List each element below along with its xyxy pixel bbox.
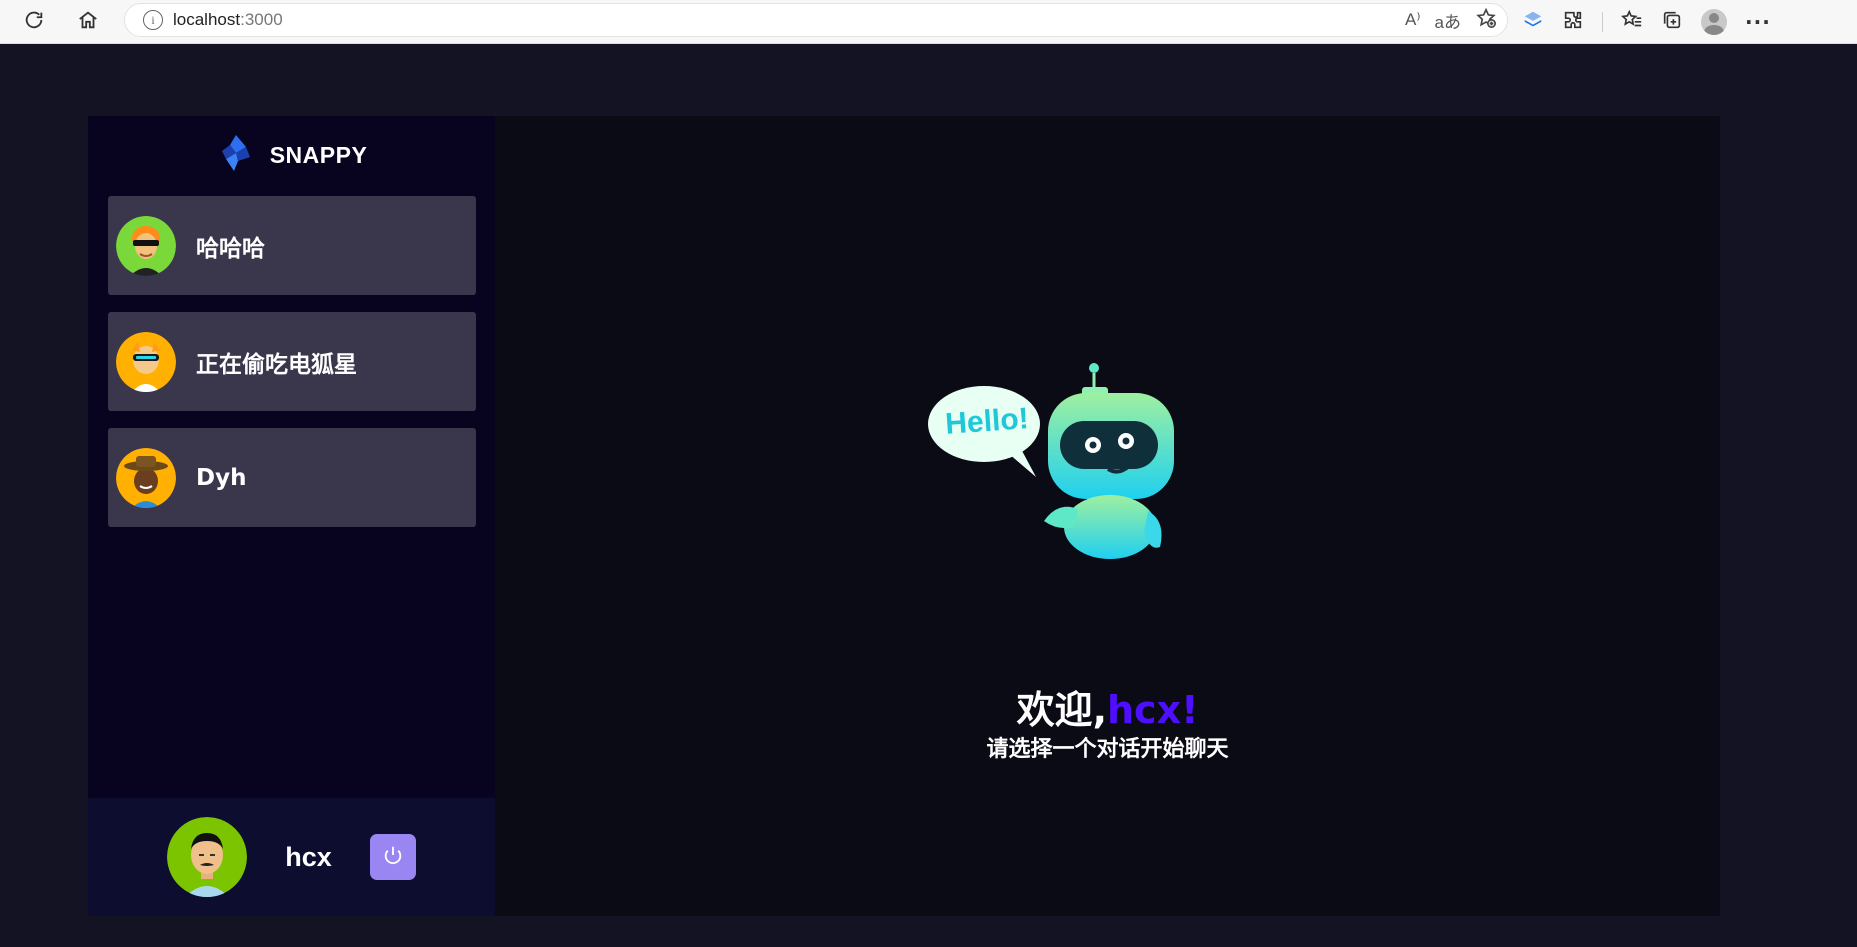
collections-icon[interactable] [1522,9,1544,35]
welcome-title: 欢迎,hcx! [495,679,1720,734]
chat-container: SNAPPY 哈哈哈 正在偷吃电狐星 Dyh hcx Hello! 欢迎,hcx… [88,116,1720,916]
contact-avatar [116,331,176,392]
url-text[interactable]: localhost:3000 [173,10,283,30]
logo-icon [216,133,256,177]
brand: SNAPPY [88,116,495,194]
brand-name: SNAPPY [269,141,368,168]
contact-avatar [116,215,176,276]
welcome-panel: Hello! 欢迎,hcx! 请选择一个对话开始聊天 [495,116,1720,916]
logout-button[interactable] [369,834,416,880]
contacts-panel: SNAPPY 哈哈哈 正在偷吃电狐星 Dyh hcx [88,116,495,916]
contact-name: Dyh [196,464,247,491]
hello-bubble-text: Hello! [944,402,1030,441]
welcome-username: hcx! [1107,688,1199,732]
translate-icon[interactable]: aあ [1435,8,1461,33]
address-bar[interactable]: i localhost:3000 A⁾ aあ [124,3,1508,37]
refresh-icon[interactable] [16,2,52,38]
more-options-icon[interactable]: ··· [1745,10,1771,34]
read-aloud-icon[interactable]: A⁾ [1405,10,1421,30]
power-icon [382,844,404,870]
contact-name: 正在偷吃电狐星 [196,351,357,378]
profile-icon[interactable] [1701,9,1727,35]
add-favorite-icon[interactable] [1475,7,1497,34]
contact-item[interactable]: 哈哈哈 [108,196,476,295]
current-user-name: hcx [285,841,332,872]
contact-item[interactable]: 正在偷吃电狐星 [108,312,476,411]
welcome-subtitle: 请选择一个对话开始聊天 [986,737,1229,762]
browser-toolbar: i localhost:3000 A⁾ aあ ··· [0,0,1857,44]
favorites-icon[interactable] [1620,9,1643,35]
extensions-icon[interactable] [1562,9,1584,35]
welcome-greeting: 欢迎, [1016,688,1107,732]
url-port: :3000 [240,10,283,29]
current-user-panel: hcx [88,798,495,916]
contact-name: 哈哈哈 [196,235,265,262]
tab-collections-icon[interactable] [1661,9,1683,35]
toolbar-divider [1602,12,1603,32]
current-user-avatar [167,817,248,897]
home-icon[interactable] [70,2,106,38]
info-icon[interactable]: i [143,10,163,30]
url-host: localhost [173,10,241,29]
contact-item[interactable]: Dyh [108,428,476,527]
contact-avatar [116,447,176,508]
robot-illustration: Hello! [928,361,1188,561]
contact-list: 哈哈哈 正在偷吃电狐星 Dyh [108,196,476,544]
